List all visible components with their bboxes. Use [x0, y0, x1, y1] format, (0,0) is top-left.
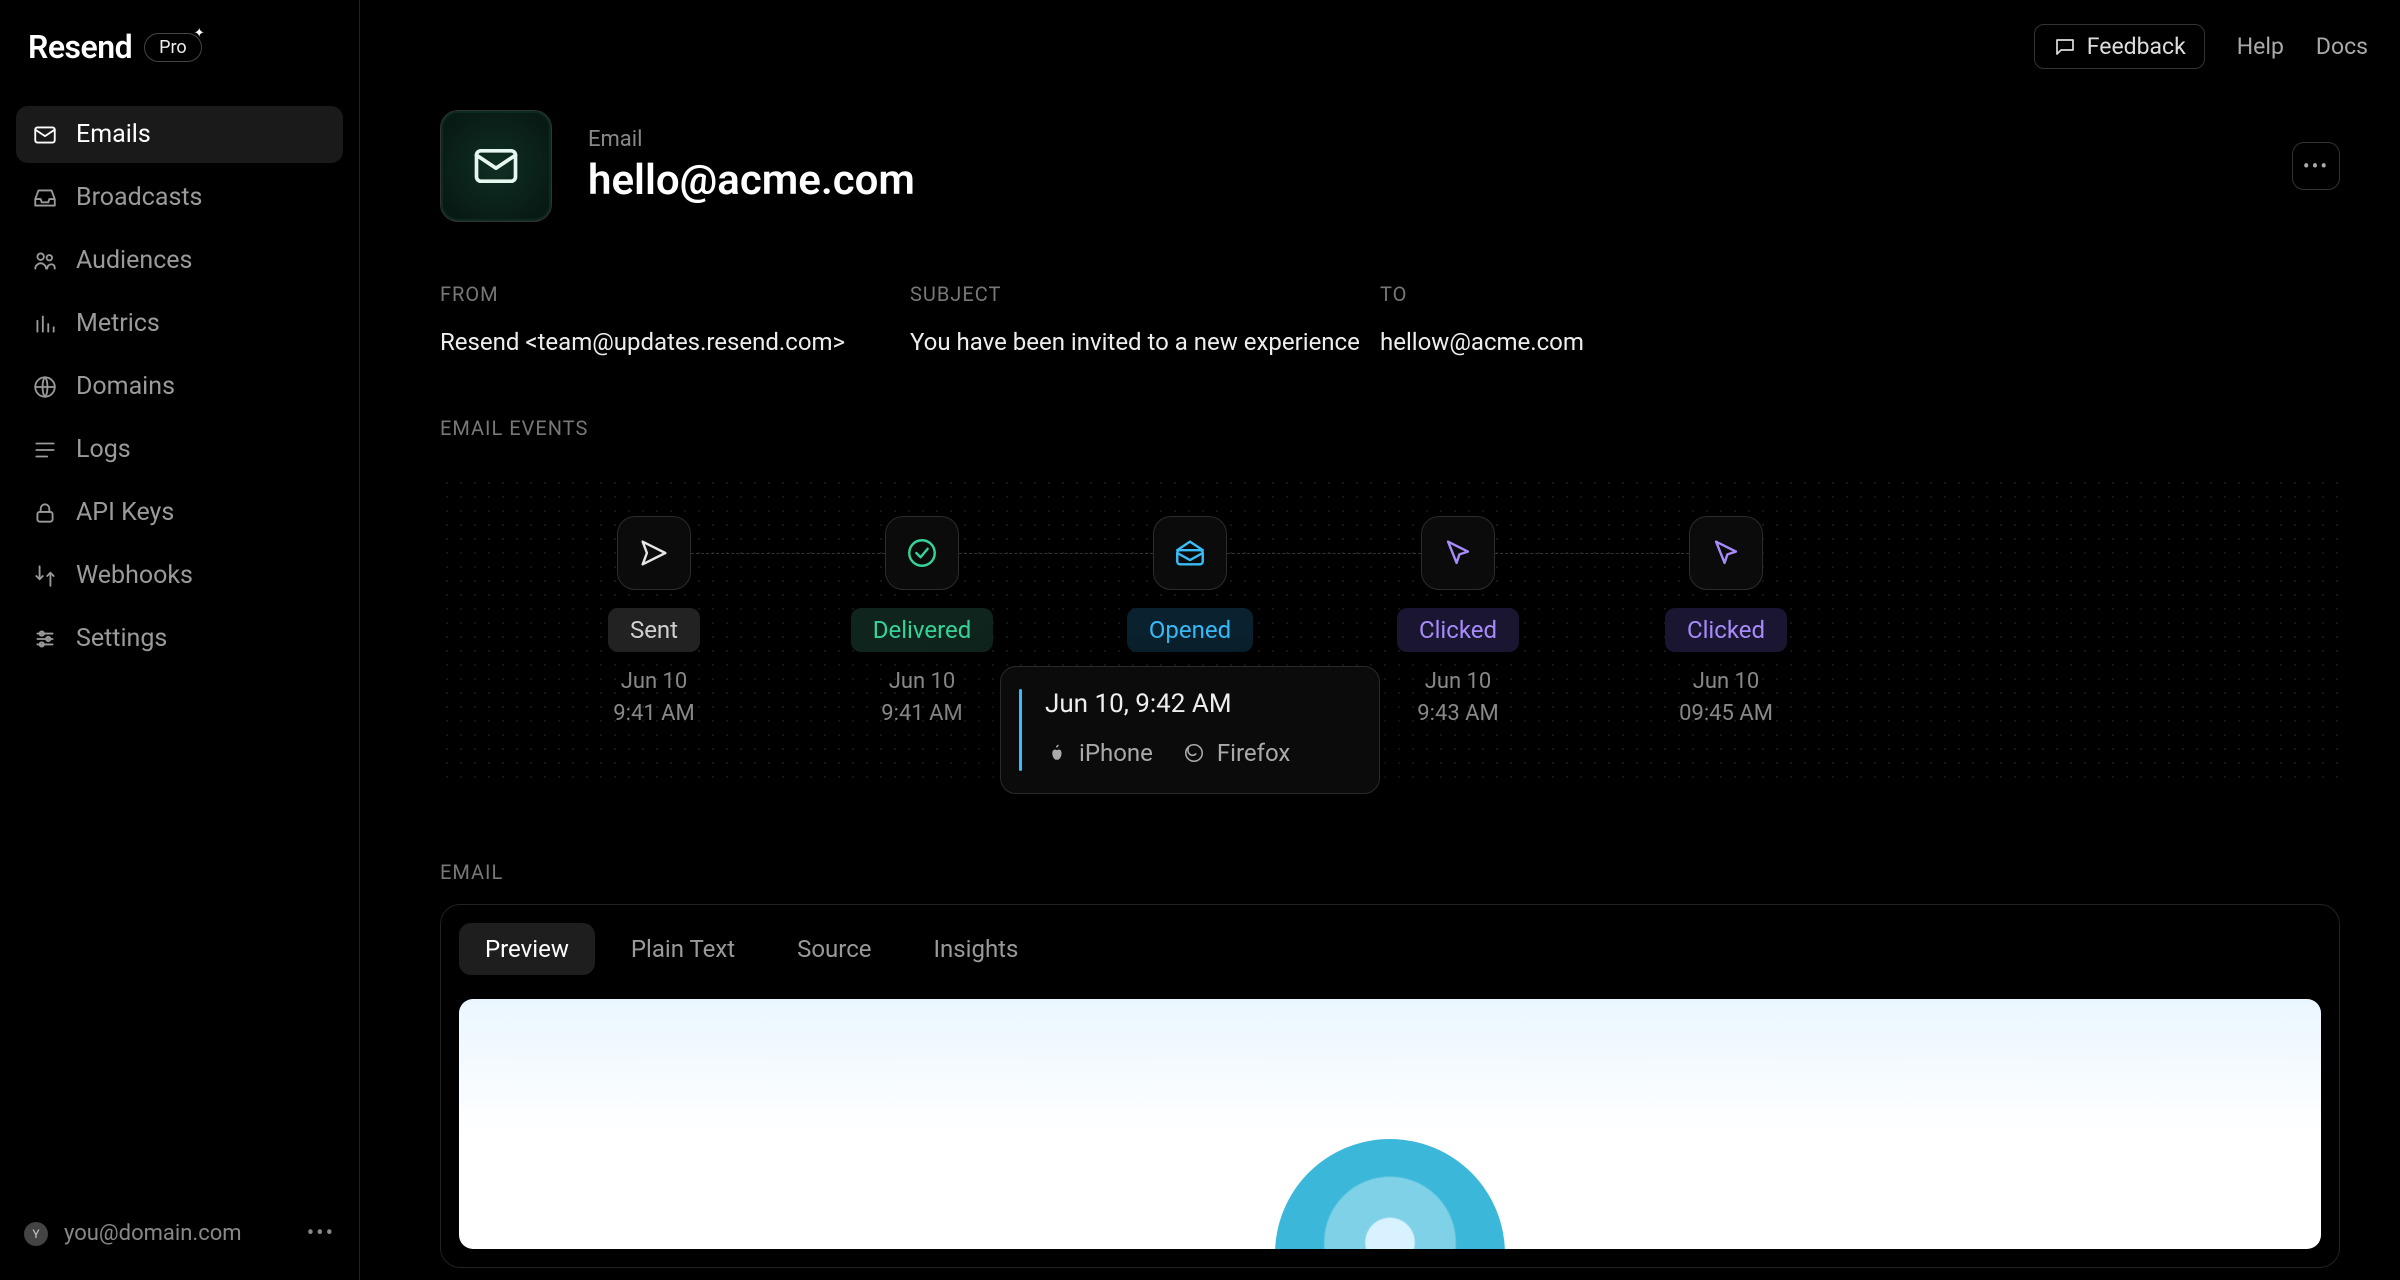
plan-badge: Pro [144, 33, 202, 62]
email-more-button[interactable]: ••• [2292, 142, 2340, 190]
event-node [617, 516, 691, 590]
sidebar-item-label: Settings [76, 624, 167, 653]
email-body-tabs: PreviewPlain TextSourceInsights [459, 923, 2321, 975]
tab-insights[interactable]: Insights [907, 923, 1044, 975]
sidebar: Resend Pro Emails Broadcasts Audiences Metr… [0, 0, 360, 1280]
popover-browser: Firefox [1183, 739, 1290, 767]
event-node [1689, 516, 1763, 590]
email-body-frame: PreviewPlain TextSourceInsights [440, 904, 2340, 1268]
email-meta: FROM Resend <team@updates.resend.com> SU… [440, 282, 2340, 356]
mail-icon [32, 122, 58, 148]
help-link[interactable]: Help [2237, 33, 2284, 60]
event-sent[interactable]: Sent Jun 109:41 AM [520, 516, 788, 730]
lock-icon [32, 500, 58, 526]
event-node [885, 516, 959, 590]
event-status-pill: Delivered [851, 608, 994, 652]
sidebar-item-label: Domains [76, 372, 175, 401]
event-time: Jun 109:43 AM [1417, 666, 1498, 730]
popover-time: Jun 10, 9:42 AM [1045, 689, 1353, 719]
sidebar-item-webhooks[interactable]: Webhooks [16, 547, 343, 604]
send-icon [637, 536, 671, 570]
events-timeline: Sent Jun 109:41 AM Delivered Jun 109:41 AM… [440, 476, 2340, 780]
top-bar: Feedback Help Docs [2034, 24, 2368, 69]
sidebar-item-label: Emails [76, 120, 151, 149]
event-clicked[interactable]: Clicked Jun 109:43 AM [1324, 516, 1592, 730]
avatar[interactable]: Y [24, 1222, 48, 1246]
preview-graphic [1275, 1139, 1505, 1249]
subject-label: SUBJECT [910, 282, 1380, 306]
popover-device: iPhone [1045, 739, 1153, 767]
event-status-pill: Sent [608, 608, 700, 652]
user-menu-button[interactable]: ••• [307, 1221, 335, 1246]
users-icon [32, 248, 58, 274]
sidebar-item-logs[interactable]: Logs [16, 421, 343, 478]
docs-link[interactable]: Docs [2316, 33, 2368, 60]
sidebar-item-label: Broadcasts [76, 183, 202, 212]
cursor-icon [1441, 536, 1475, 570]
email-hero-icon [440, 110, 552, 222]
bars-icon [32, 311, 58, 337]
subject-value: You have been invited to a new experienc… [910, 328, 1380, 356]
sliders-icon [32, 626, 58, 652]
event-time: Jun 109:41 AM [613, 666, 694, 730]
sidebar-item-domains[interactable]: Domains [16, 358, 343, 415]
cursor-icon [1709, 536, 1743, 570]
sidebar-item-audiences[interactable]: Audiences [16, 232, 343, 289]
mail-icon [470, 140, 522, 192]
tab-source[interactable]: Source [771, 923, 897, 975]
sidebar-item-settings[interactable]: Settings [16, 610, 343, 667]
sidebar-footer: Y you@domain.com ••• [16, 1221, 343, 1260]
tab-plain-text[interactable]: Plain Text [605, 923, 761, 975]
to-label: TO [1380, 282, 1680, 306]
event-status-pill: Clicked [1397, 608, 1519, 652]
sidebar-item-metrics[interactable]: Metrics [16, 295, 343, 352]
firefox-icon [1183, 742, 1205, 764]
event-node [1153, 516, 1227, 590]
brand: Resend Pro [16, 20, 343, 96]
sidebar-item-emails[interactable]: Emails [16, 106, 343, 163]
sidebar-item-broadcasts[interactable]: Broadcasts [16, 169, 343, 226]
feedback-label: Feedback [2087, 33, 2186, 60]
globe-icon [32, 374, 58, 400]
from-label: FROM [440, 282, 910, 306]
main: Feedback Help Docs Email hello@acme.com … [360, 0, 2400, 1280]
lines-icon [32, 437, 58, 463]
sidebar-item-label: Audiences [76, 246, 192, 275]
sidebar-item-api-keys[interactable]: API Keys [16, 484, 343, 541]
email-preview-pane [459, 999, 2321, 1249]
from-value: Resend <team@updates.resend.com> [440, 328, 910, 356]
apple-icon [1045, 742, 1067, 764]
to-value: hellow@acme.com [1380, 328, 1680, 356]
check-icon [905, 536, 939, 570]
email-body-section-label: EMAIL [440, 860, 2340, 884]
email-eyebrow: Email [588, 127, 915, 152]
open-icon [1173, 536, 1207, 570]
event-clicked[interactable]: Clicked Jun 1009:45 AM [1592, 516, 1860, 730]
sidebar-item-label: Metrics [76, 309, 160, 338]
sidebar-item-label: API Keys [76, 498, 174, 527]
event-status-pill: Opened [1127, 608, 1253, 652]
event-time: Jun 1009:45 AM [1679, 666, 1773, 730]
event-opened[interactable]: Opened Jun 10, 9:42 AM iPhone Firefox [1056, 516, 1324, 652]
brand-name: Resend [28, 28, 132, 66]
sidebar-nav: Emails Broadcasts Audiences Metrics Domains L… [16, 106, 343, 667]
feedback-button[interactable]: Feedback [2034, 24, 2205, 69]
email-title: hello@acme.com [588, 156, 915, 205]
event-time: Jun 109:41 AM [881, 666, 962, 730]
tab-preview[interactable]: Preview [459, 923, 595, 975]
event-status-pill: Clicked [1665, 608, 1787, 652]
arrows-icon [32, 563, 58, 589]
event-popover: Jun 10, 9:42 AM iPhone Firefox [1000, 666, 1380, 794]
current-user-email: you@domain.com [64, 1221, 291, 1246]
inbox-icon [32, 185, 58, 211]
chat-icon [2053, 35, 2077, 59]
events-section-label: EMAIL EVENTS [440, 416, 2340, 440]
sidebar-item-label: Logs [76, 435, 131, 464]
sidebar-item-label: Webhooks [76, 561, 193, 590]
event-node [1421, 516, 1495, 590]
